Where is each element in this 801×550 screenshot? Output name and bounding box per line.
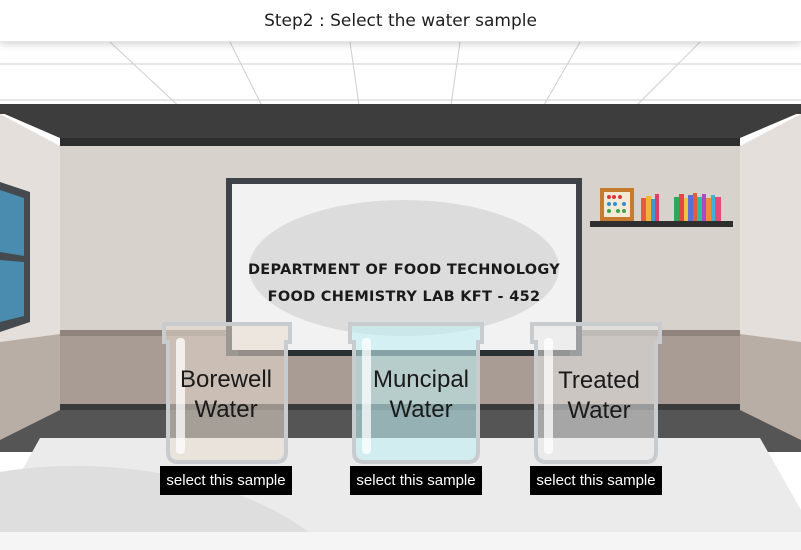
select-treated-button[interactable]: select this sample — [530, 466, 662, 495]
sample-label-line: Muncipal — [372, 366, 470, 393]
sample-label-line: Treated — [558, 367, 640, 394]
sample-label-borewell: Borewell Water — [161, 365, 291, 425]
sample-label-treated: Treated Water — [534, 366, 664, 426]
sample-label-line: Borewell — [179, 366, 273, 393]
step-header: Step2 : Select the water sample — [0, 0, 801, 42]
select-borewell-button[interactable]: select this sample — [160, 466, 292, 495]
whiteboard-text: Department of Food Technology Food Chemi… — [240, 257, 568, 311]
sample-label-line: Water — [389, 396, 453, 423]
sample-label-line: Water — [567, 397, 631, 424]
sample-label-line: Water — [194, 396, 258, 423]
sample-label-municipal: Muncipal Water — [356, 365, 486, 425]
lab-scene: Department of Food Technology Food Chemi… — [0, 42, 801, 550]
board-line-1: Department of Food Technology — [247, 262, 561, 278]
select-municipal-button[interactable]: select this sample — [350, 466, 482, 495]
step-title: Step2 : Select the water sample — [264, 10, 537, 31]
board-line-2: Food Chemistry Lab KFT - 452 — [267, 289, 541, 305]
